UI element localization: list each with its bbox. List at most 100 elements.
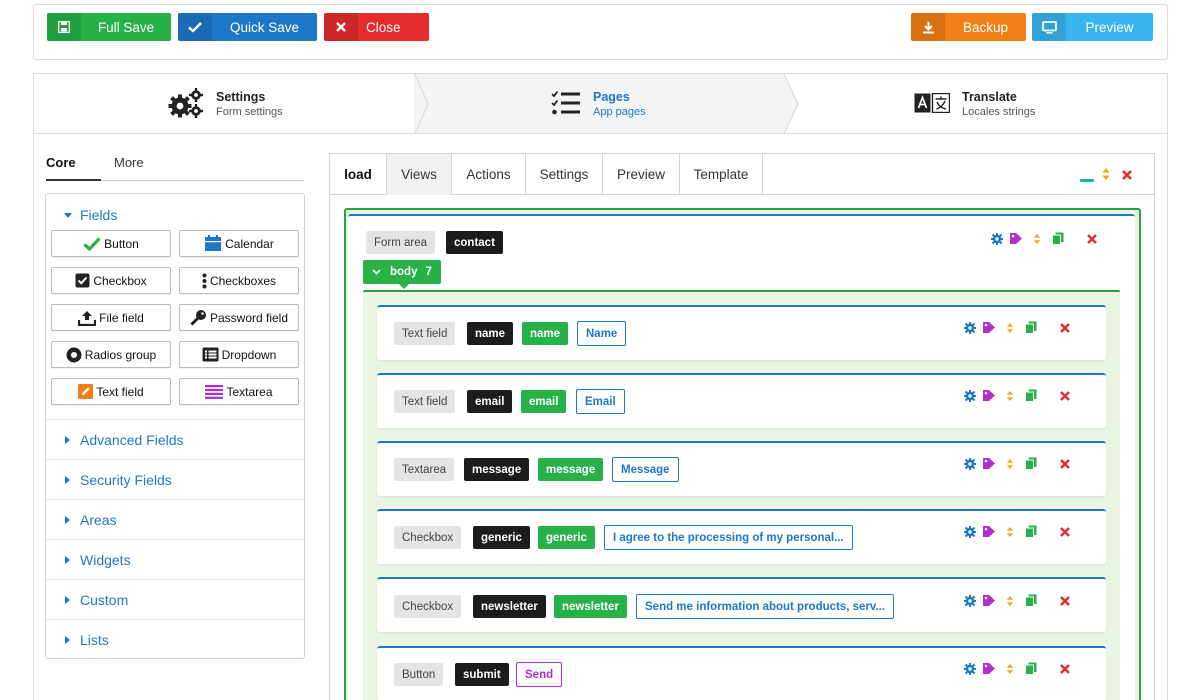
tag-icon[interactable] bbox=[977, 457, 1001, 470]
quick-save-button[interactable]: Quick Save bbox=[178, 13, 317, 41]
gear-icon[interactable] bbox=[963, 389, 977, 402]
field-button-dropdown[interactable]: Dropdown bbox=[179, 341, 299, 368]
tab-more[interactable]: More bbox=[114, 155, 144, 170]
tab-settings[interactable]: Settings bbox=[526, 154, 603, 195]
gear-icon[interactable] bbox=[963, 321, 977, 334]
step-divider bbox=[414, 74, 429, 134]
gears-icon bbox=[168, 87, 204, 121]
field-button-text-field[interactable]: Text field bbox=[51, 378, 171, 405]
field-button-checkbox[interactable]: Checkbox bbox=[51, 267, 171, 294]
gear-icon[interactable] bbox=[963, 457, 977, 470]
field-button-password-field[interactable]: Password field bbox=[179, 304, 299, 331]
sort-icon[interactable] bbox=[1001, 663, 1019, 675]
gear-icon[interactable] bbox=[963, 525, 977, 538]
sort-icon[interactable] bbox=[1001, 526, 1019, 538]
gear-icon[interactable] bbox=[963, 662, 977, 675]
copy-icon[interactable] bbox=[1019, 662, 1043, 675]
field-label-tag[interactable]: Send bbox=[516, 662, 563, 687]
field-button-checkboxes[interactable]: Checkboxes bbox=[179, 267, 299, 294]
field-label-tag[interactable]: Email bbox=[576, 389, 625, 414]
field-id-tag[interactable]: generic bbox=[538, 526, 595, 549]
step-title: Settings bbox=[216, 89, 266, 104]
tab-actions[interactable]: Actions bbox=[452, 154, 526, 195]
preview-label: Preview bbox=[1085, 19, 1134, 35]
copy-icon[interactable] bbox=[1019, 321, 1043, 334]
full-save-button[interactable]: Full Save bbox=[47, 13, 171, 41]
tab-load[interactable]: load bbox=[330, 154, 386, 195]
field-id-tag[interactable]: message bbox=[538, 458, 604, 481]
copy-icon[interactable] bbox=[1019, 457, 1043, 470]
gear-icon[interactable] bbox=[990, 232, 1004, 245]
preview-button[interactable]: Preview bbox=[1032, 13, 1153, 41]
close-button[interactable]: Close bbox=[324, 13, 429, 41]
field-label-tag[interactable]: Send me information about products, serv… bbox=[636, 594, 895, 619]
field-id-tag[interactable]: email bbox=[521, 390, 567, 413]
copy-icon[interactable] bbox=[1019, 525, 1043, 538]
close-icon[interactable] bbox=[1122, 168, 1132, 183]
accordion-advanced-fields[interactable]: Advanced Fields bbox=[46, 419, 304, 459]
step-translate[interactable]: Translate Locales strings bbox=[914, 74, 1035, 134]
field-id-tag[interactable]: name bbox=[522, 322, 569, 345]
tab-views[interactable]: Views bbox=[386, 154, 452, 195]
gear-icon[interactable] bbox=[963, 594, 977, 607]
sort-icon[interactable] bbox=[1001, 322, 1019, 334]
sort-icon[interactable] bbox=[1001, 390, 1019, 402]
delete-icon[interactable] bbox=[1043, 390, 1087, 401]
copy-icon[interactable] bbox=[1046, 232, 1070, 245]
field-button-radios-group[interactable]: Radios group bbox=[51, 341, 171, 368]
field-label-tag[interactable]: Name bbox=[577, 321, 627, 346]
close-label: Close bbox=[366, 19, 401, 35]
delete-icon[interactable] bbox=[1043, 322, 1087, 333]
field-name-tag[interactable]: email bbox=[467, 390, 513, 413]
delete-icon[interactable] bbox=[1043, 458, 1087, 469]
step-settings[interactable]: Settings Form settings bbox=[168, 74, 283, 134]
tab-template[interactable]: Template bbox=[680, 154, 763, 195]
field-button-calendar[interactable]: Calendar bbox=[179, 230, 299, 257]
accordion-areas[interactable]: Areas bbox=[46, 499, 304, 539]
form-area-name-tag[interactable]: contact bbox=[446, 231, 503, 254]
accordion-security-fields[interactable]: Security Fields bbox=[46, 459, 304, 499]
accordion-widgets[interactable]: Widgets bbox=[46, 539, 304, 579]
step-pages[interactable]: Pages App pages bbox=[551, 74, 646, 134]
sort-icon[interactable] bbox=[1028, 233, 1046, 245]
list-box-icon bbox=[202, 347, 219, 362]
delete-icon[interactable] bbox=[1043, 595, 1087, 606]
tag-icon[interactable] bbox=[977, 594, 1001, 607]
field-name-tag[interactable]: submit bbox=[455, 663, 509, 686]
accordion-lists[interactable]: Lists bbox=[46, 619, 304, 659]
copy-icon[interactable] bbox=[1019, 389, 1043, 402]
field-button-label: Dropdown bbox=[221, 347, 277, 362]
backup-button[interactable]: Backup bbox=[911, 13, 1026, 41]
tab-preview[interactable]: Preview bbox=[603, 154, 680, 195]
tag-icon[interactable] bbox=[977, 662, 1001, 675]
body-section-badge[interactable]: body 7 bbox=[363, 260, 441, 289]
field-button-file-field[interactable]: File field bbox=[51, 304, 171, 331]
field-name-tag[interactable]: name bbox=[467, 322, 514, 345]
field-name-tag[interactable]: message bbox=[464, 458, 530, 481]
field-actions bbox=[963, 389, 1087, 402]
field-button-button[interactable]: Button bbox=[51, 230, 171, 257]
sort-icon[interactable] bbox=[1001, 458, 1019, 470]
field-label-tag[interactable]: Message bbox=[612, 457, 679, 482]
sort-icon[interactable] bbox=[1001, 595, 1019, 607]
delete-icon[interactable] bbox=[1043, 526, 1087, 537]
tag-icon[interactable] bbox=[977, 525, 1001, 538]
field-name-tag[interactable]: generic bbox=[473, 526, 530, 549]
tag-icon[interactable] bbox=[1004, 232, 1028, 245]
field-id-tag[interactable]: newsletter bbox=[554, 595, 627, 618]
delete-icon[interactable] bbox=[1070, 233, 1114, 244]
active-tab-indicator bbox=[46, 179, 101, 181]
fields-section-header[interactable]: Fields bbox=[64, 207, 117, 223]
field-name-tag[interactable]: newsletter bbox=[473, 595, 546, 618]
copy-icon[interactable] bbox=[1019, 594, 1043, 607]
field-button-textarea[interactable]: Textarea bbox=[179, 378, 299, 405]
delete-icon[interactable] bbox=[1043, 663, 1087, 674]
accordion-custom[interactable]: Custom bbox=[46, 579, 304, 619]
tab-core[interactable]: Core bbox=[46, 155, 76, 170]
tag-icon[interactable] bbox=[977, 321, 1001, 334]
tag-icon[interactable] bbox=[977, 389, 1001, 402]
field-label-tag[interactable]: I agree to the processing of my personal… bbox=[604, 525, 853, 550]
field-button-label: Password field bbox=[209, 310, 289, 325]
sort-icon[interactable] bbox=[1102, 167, 1110, 184]
minimize-icon[interactable] bbox=[1080, 179, 1094, 182]
